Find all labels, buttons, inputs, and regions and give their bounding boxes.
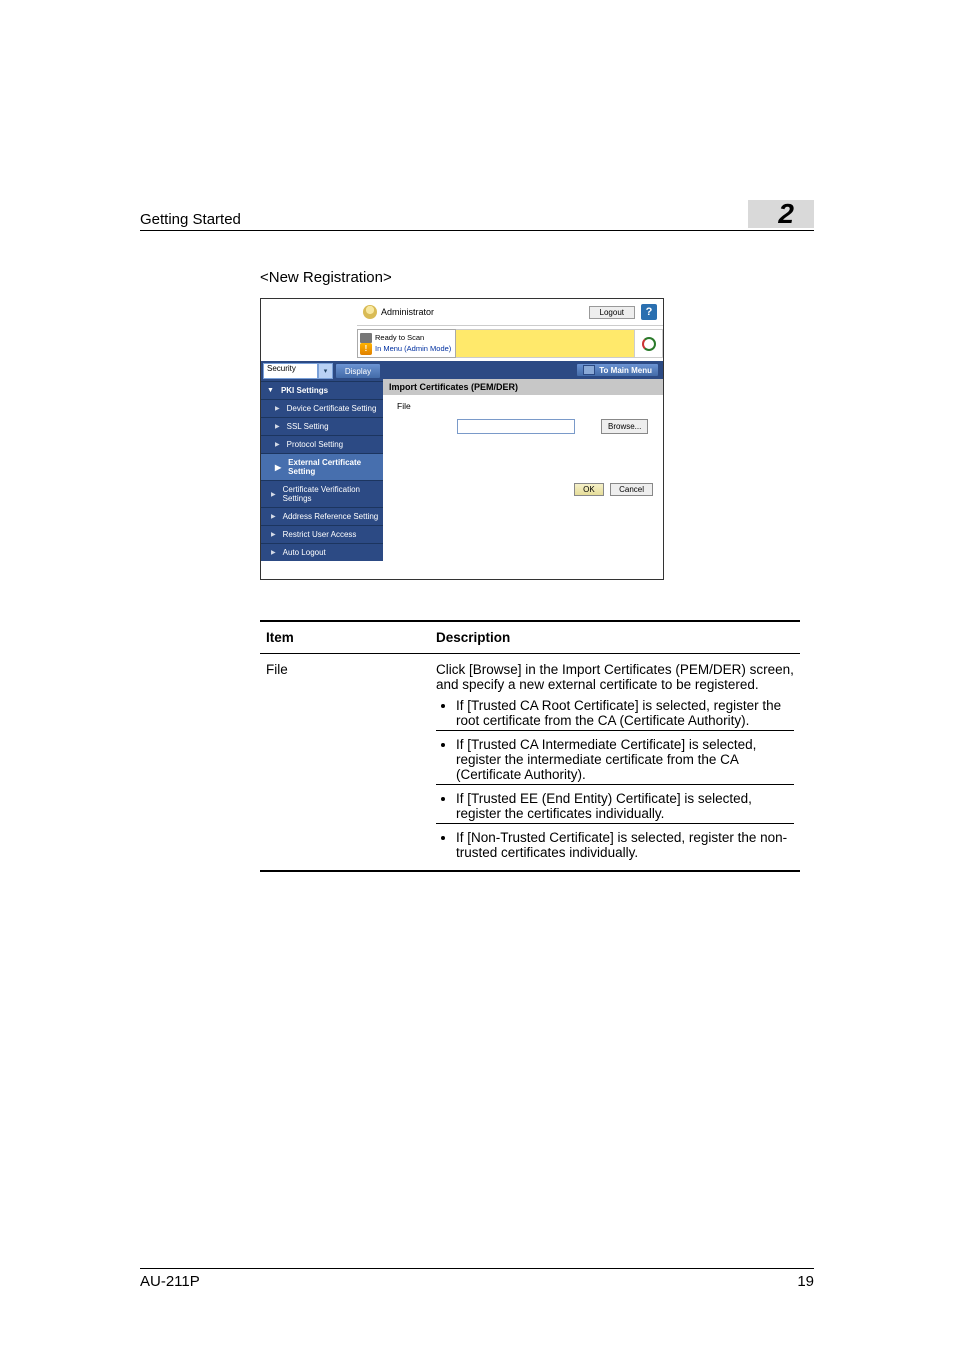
cancel-button[interactable]: Cancel xyxy=(610,483,653,496)
table-header-description: Description xyxy=(430,622,800,653)
help-icon[interactable]: ? xyxy=(641,304,657,320)
sidebar-item-auto-logout[interactable]: Auto Logout xyxy=(261,543,383,561)
footer-model: AU-211P xyxy=(140,1273,200,1290)
sidebar-item-restrict-user-access[interactable]: Restrict User Access xyxy=(261,525,383,543)
description-table: Item Description File Click [Browse] in … xyxy=(260,620,800,872)
sidebar-item-label: SSL Setting xyxy=(287,422,329,431)
status-ready-label: Ready to Scan xyxy=(375,333,424,342)
sidebar-category-select[interactable]: Security xyxy=(263,363,318,379)
sidebar-item-label: Protocol Setting xyxy=(287,440,343,449)
mode-banner xyxy=(456,329,635,358)
footer-page-number: 19 xyxy=(797,1273,814,1290)
to-main-menu-button[interactable]: To Main Menu xyxy=(576,363,659,377)
status-mode-label: In Menu (Admin Mode) xyxy=(375,344,451,353)
chevron-down-icon[interactable]: ▾ xyxy=(318,363,333,379)
admin-role-label: Administrator xyxy=(381,307,434,317)
sidebar-item-label: External Certificate Setting xyxy=(288,458,379,476)
warning-icon: ! xyxy=(360,343,372,355)
table-bullet: If [Trusted EE (End Entity) Certificate]… xyxy=(456,791,794,821)
section-subheading: <New Registration> xyxy=(260,269,814,286)
table-bullet: If [Trusted CA Intermediate Certificate]… xyxy=(456,737,794,782)
table-bullet: If [Trusted CA Root Certificate] is sele… xyxy=(456,698,794,728)
sidebar-item-label: Address Reference Setting xyxy=(283,512,379,521)
sidebar-item-protocol-setting[interactable]: Protocol Setting xyxy=(261,435,383,453)
table-bullet: If [Non-Trusted Certificate] is selected… xyxy=(456,830,794,860)
page-header-title: Getting Started xyxy=(140,211,241,228)
sidebar-item-label: Certificate Verification Settings xyxy=(283,485,379,503)
sidebar-item-ssl-setting[interactable]: SSL Setting xyxy=(261,417,383,435)
device-logo-area xyxy=(261,299,357,361)
ok-button[interactable]: OK xyxy=(574,483,604,496)
to-main-menu-label: To Main Menu xyxy=(599,366,652,375)
sidebar-item-label: Auto Logout xyxy=(283,548,326,557)
device-status-box: Ready to Scan ! In Menu (Admin Mode) xyxy=(357,329,456,358)
sidebar-item-device-certificate[interactable]: Device Certificate Setting xyxy=(261,399,383,417)
panel-title: Import Certificates (PEM/DER) xyxy=(383,379,663,395)
display-button[interactable]: Display xyxy=(335,363,381,379)
table-cell-item: File xyxy=(260,654,430,870)
sidebar-item-label: PKI Settings xyxy=(281,386,328,395)
sidebar-item-certificate-verification[interactable]: Certificate Verification Settings xyxy=(261,480,383,507)
table-intro-text: Click [Browse] in the Import Certificate… xyxy=(436,662,794,692)
browse-button[interactable]: Browse... xyxy=(601,419,648,434)
sidebar-item-address-reference[interactable]: Address Reference Setting xyxy=(261,507,383,525)
file-field-label: File xyxy=(397,401,653,411)
home-icon xyxy=(583,365,595,375)
refresh-icon[interactable] xyxy=(642,337,656,351)
admin-screenshot: Administrator Logout ? Ready to Scan xyxy=(260,298,664,580)
user-icon xyxy=(363,305,377,319)
sidebar-item-label: Restrict User Access xyxy=(283,530,357,539)
printer-icon xyxy=(360,333,372,343)
sidebar-item-pki-settings[interactable]: PKI Settings xyxy=(261,381,383,399)
file-path-input[interactable] xyxy=(457,419,575,434)
table-header-item: Item xyxy=(260,622,430,653)
sidebar-item-label: Device Certificate Setting xyxy=(287,404,377,413)
chapter-number-badge: 2 xyxy=(748,200,814,228)
logout-button[interactable]: Logout xyxy=(589,306,635,319)
sidebar-item-external-certificate[interactable]: ▶ External Certificate Setting xyxy=(261,453,383,480)
